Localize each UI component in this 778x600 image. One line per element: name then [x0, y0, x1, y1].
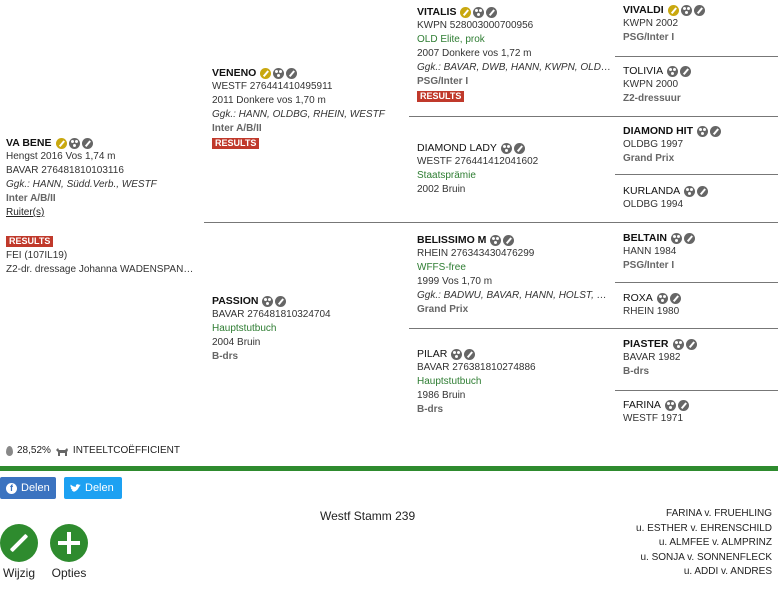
pencil-icon[interactable]: [667, 4, 679, 16]
results-badge[interactable]: RESULTS: [6, 236, 54, 247]
edit-icon[interactable]: [697, 185, 709, 197]
edit-icon[interactable]: [503, 234, 515, 246]
group-icon[interactable]: [273, 67, 285, 79]
group-icon[interactable]: [500, 142, 512, 154]
horse-gen2-2: DIAMOND LADY WESTF 276441412041602 Staat…: [417, 142, 539, 195]
horse-gen3-8: FARINA WESTF 1971: [623, 398, 775, 426]
horse-gen3-1: VIVALDI KWPN 2002 PSG/Inter I: [623, 3, 775, 45]
twitter-share-button[interactable]: Delen: [64, 477, 122, 499]
edit-icon[interactable]: [81, 137, 93, 149]
horse-gen3-7: PIASTER BAVAR 1982 B-drs: [623, 337, 775, 379]
twitter-icon: [70, 483, 81, 492]
plus-icon[interactable]: [50, 524, 88, 562]
group-icon[interactable]: [262, 295, 274, 307]
horse-gen2-4: PILAR BAVAR 276381810274886 Hauptstutbuc…: [417, 348, 536, 415]
group-icon[interactable]: [664, 399, 676, 411]
horse-dam: PASSION BAVAR 276481810324704 Hauptstutb…: [212, 295, 331, 362]
horse-subject: VA BENE Hengst 2016 Vos 1,74 m BAVAR 276…: [6, 136, 200, 275]
edit-icon[interactable]: [683, 232, 695, 244]
group-icon[interactable]: [672, 338, 684, 350]
pencil-icon[interactable]: [55, 137, 67, 149]
edit-icon[interactable]: [275, 295, 287, 307]
edit-icon[interactable]: [677, 399, 689, 411]
horse-sire: VENENO WESTF 276441410495911 2011 Donker…: [212, 67, 385, 149]
horse-name[interactable]: VA BENE: [6, 136, 52, 150]
pencil-icon[interactable]: [260, 67, 272, 79]
horse-gen3-4: KURLANDA OLDBG 1994: [623, 184, 775, 212]
edit-icon[interactable]: [680, 65, 692, 77]
horse-gen2-1: VITALIS KWPN 528003000700956 OLD Elite, …: [417, 6, 611, 102]
dog-icon: [55, 447, 68, 456]
group-icon[interactable]: [667, 65, 679, 77]
horse-gen3-5: BELTAIN HANN 1984 PSG/Inter I: [623, 231, 775, 273]
edit-icon[interactable]: [286, 67, 298, 79]
edit-icon[interactable]: [486, 6, 498, 18]
maternal-line-item: u. ESTHER v. EHRENSCHILD: [636, 522, 772, 534]
group-icon[interactable]: [451, 348, 463, 360]
horse-gen3-6: ROXA RHEIN 1980: [623, 292, 681, 317]
group-icon[interactable]: [670, 232, 682, 244]
maternal-line-item: FARINA v. FRUEHLING: [666, 508, 772, 519]
horse-gen3-2: TOLIVIA KWPN 2000 Z2-dressuur: [623, 64, 775, 106]
group-icon[interactable]: [697, 125, 708, 137]
options-button[interactable]: Opties: [46, 524, 92, 580]
edit-icon[interactable]: [464, 348, 476, 360]
edit-icon[interactable]: [685, 338, 697, 350]
results-badge[interactable]: RESULTS: [212, 138, 260, 149]
edit-icon[interactable]: [513, 142, 525, 154]
maternal-line-item: u. SONJA v. SONNENFLECK: [640, 551, 772, 563]
stamm-label: Westf Stamm 239: [320, 509, 416, 523]
pencil-icon[interactable]: [0, 524, 38, 562]
horse-gen2-3: BELISSIMO M RHEIN 276343430476299 WFFS-f…: [417, 234, 611, 315]
edit-icon[interactable]: [693, 4, 705, 16]
pencil-icon[interactable]: [460, 6, 472, 18]
facebook-icon: f: [6, 482, 17, 494]
facebook-share-button[interactable]: f Delen: [0, 477, 56, 499]
maternal-line: FARINA v. FRUEHLING u. ESTHER v. EHRENSC…: [636, 507, 772, 580]
drop-icon: [6, 445, 13, 456]
results-badge[interactable]: RESULTS: [417, 91, 465, 102]
divider-bar: [0, 466, 778, 471]
edit-icon[interactable]: [669, 292, 681, 304]
inbreeding-coefficient: 28,52% INTEELTCOËFFICIENT: [6, 445, 180, 456]
edit-icon[interactable]: [710, 125, 721, 137]
horse-gen3-3: DIAMOND HIT OLDBG 1997 Grand Prix: [623, 124, 775, 166]
group-icon[interactable]: [490, 234, 502, 246]
group-icon[interactable]: [68, 137, 80, 149]
maternal-line-item: u. ALMFEE v. ALMPRINZ: [658, 537, 772, 548]
group-icon[interactable]: [684, 185, 696, 197]
group-icon[interactable]: [473, 6, 485, 18]
riders-link[interactable]: Ruiter(s): [6, 206, 200, 220]
pedigree-table: VA BENE Hengst 2016 Vos 1,74 m BAVAR 276…: [0, 0, 778, 466]
group-icon[interactable]: [680, 4, 692, 16]
group-icon[interactable]: [656, 292, 668, 304]
edit-button[interactable]: Wijzig: [0, 524, 38, 580]
maternal-line-item: u. ADDI v. ANDRES: [683, 566, 772, 577]
